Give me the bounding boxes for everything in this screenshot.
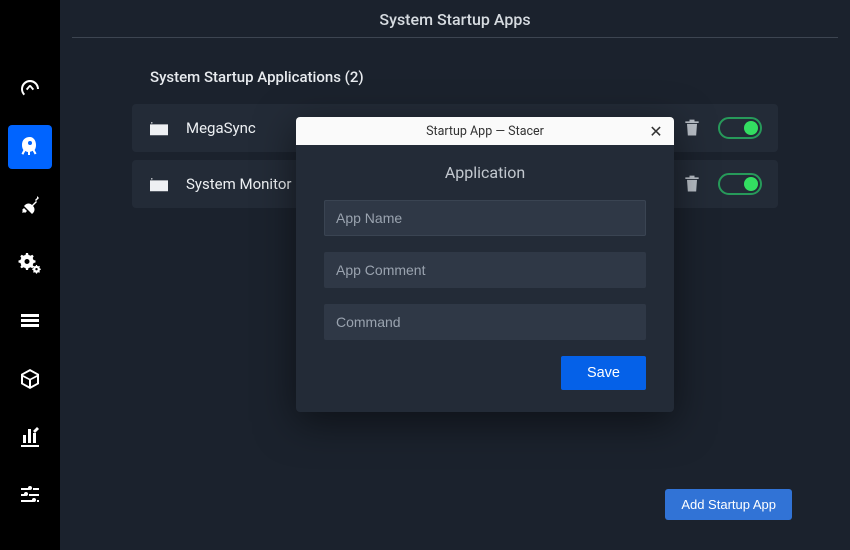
sidebar-item-processes[interactable] bbox=[8, 299, 52, 343]
sidebar-item-dashboard[interactable] bbox=[8, 67, 52, 111]
close-icon[interactable]: ✕ bbox=[644, 119, 668, 143]
stack-icon bbox=[18, 309, 42, 333]
gears-icon bbox=[18, 251, 42, 275]
trash-icon[interactable] bbox=[682, 118, 702, 138]
page-title: System Startup Apps bbox=[72, 0, 838, 38]
main: System Startup Apps System Startup Appli… bbox=[60, 0, 850, 550]
sidebar bbox=[0, 0, 60, 550]
app-comment-input[interactable] bbox=[324, 252, 646, 288]
save-button[interactable]: Save bbox=[561, 356, 646, 390]
modal-window-title: Startup App — Stacer bbox=[296, 124, 674, 139]
rocket-icon bbox=[18, 135, 42, 159]
app-name-input[interactable] bbox=[324, 200, 646, 236]
sidebar-item-settings[interactable] bbox=[8, 473, 52, 517]
toggle-enabled[interactable] bbox=[718, 117, 762, 139]
window-icon bbox=[148, 119, 170, 137]
modal-body: Application Save bbox=[296, 145, 674, 412]
command-input[interactable] bbox=[324, 304, 646, 340]
modal-heading: Application bbox=[324, 163, 646, 182]
sidebar-item-uninstaller[interactable] bbox=[8, 357, 52, 401]
section-title-text: System Startup Applications bbox=[150, 68, 341, 86]
gauge-icon bbox=[18, 77, 42, 101]
sidebar-item-resources[interactable] bbox=[8, 415, 52, 459]
toggle-enabled[interactable] bbox=[718, 173, 762, 195]
section-count: 2 bbox=[350, 68, 359, 86]
sliders-icon bbox=[18, 483, 42, 507]
sidebar-item-startup[interactable] bbox=[8, 125, 52, 169]
modal-title-bar[interactable]: Startup App — Stacer ✕ bbox=[296, 117, 674, 145]
add-startup-button[interactable]: Add Startup App bbox=[665, 489, 792, 520]
window-icon bbox=[148, 175, 170, 193]
broom-icon bbox=[18, 193, 42, 217]
package-icon bbox=[18, 367, 42, 391]
trash-icon[interactable] bbox=[682, 174, 702, 194]
add-startup-modal: Startup App — Stacer ✕ Application Save bbox=[296, 117, 674, 412]
sidebar-item-cleaner[interactable] bbox=[8, 183, 52, 227]
sidebar-item-services[interactable] bbox=[8, 241, 52, 285]
section-title: System Startup Applications (2) bbox=[70, 68, 840, 86]
chart-icon bbox=[18, 425, 42, 449]
